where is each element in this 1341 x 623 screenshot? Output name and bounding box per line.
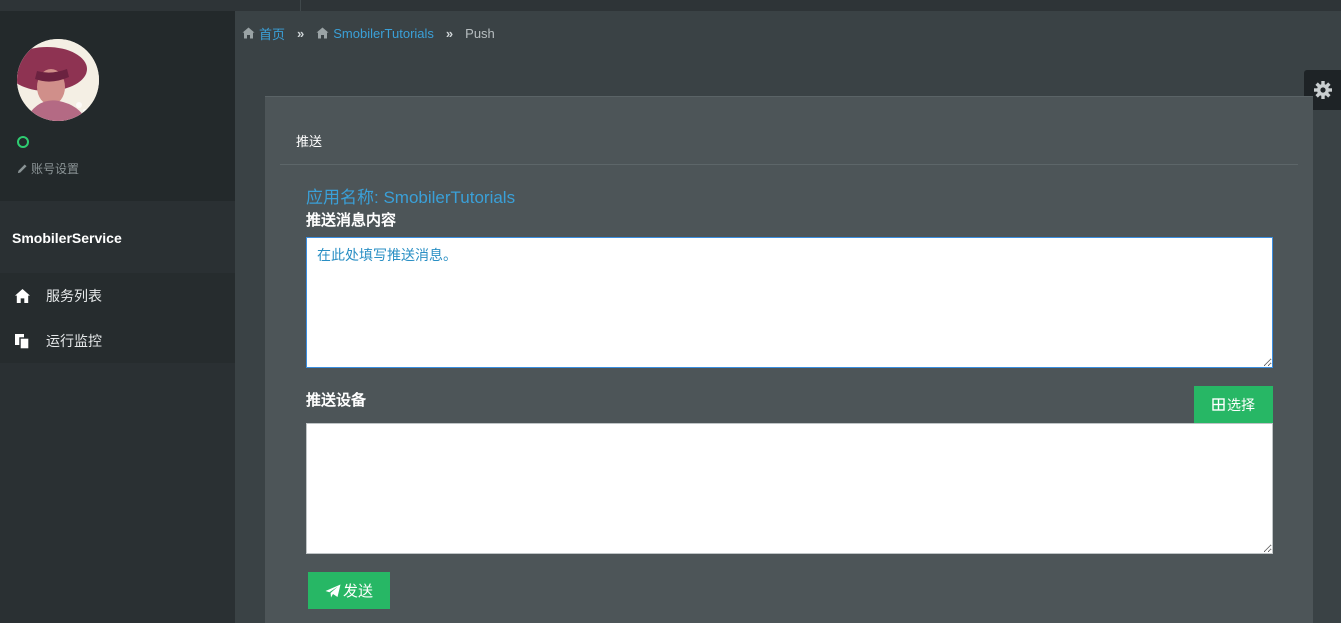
copy-icon: [14, 333, 32, 349]
breadcrumb-current: Push: [465, 25, 495, 41]
top-bar: [0, 0, 1341, 11]
panel-divider: [280, 164, 1298, 165]
send-button[interactable]: 发送: [308, 572, 390, 609]
sidebar-item-label: 运行监控: [46, 332, 102, 349]
breadcrumb-separator: »: [297, 25, 305, 41]
top-bar-divider: [300, 0, 301, 11]
send-button-label: 发送: [342, 583, 373, 600]
sidebar: 账号设置 SmobilerService 服务列表 运行监控: [0, 11, 235, 623]
service-title: SmobilerService: [12, 230, 122, 246]
breadcrumb-app-link[interactable]: SmobilerTutorials: [333, 26, 434, 41]
sidebar-menu: 服务列表 运行监控: [0, 273, 235, 363]
paper-plane-icon: [325, 584, 341, 597]
panel-title: 推送: [296, 134, 323, 149]
profile-section: 账号设置: [0, 11, 235, 201]
push-panel: 推送 应用名称: SmobilerTutorials 推送消息内容 在此处填写推…: [265, 96, 1313, 623]
select-grid-icon: [1212, 398, 1225, 411]
breadcrumb: 首页 » SmobilerTutorials » Push: [242, 24, 495, 42]
account-settings-label: 账号设置: [31, 162, 80, 176]
account-settings-link[interactable]: 账号设置: [17, 160, 79, 177]
sidebar-item-service-list[interactable]: 服务列表: [0, 273, 235, 318]
sidebar-item-monitor[interactable]: 运行监控: [0, 318, 235, 363]
home-icon: [316, 27, 329, 39]
breadcrumb-separator: »: [445, 25, 454, 41]
online-status-icon: [17, 136, 29, 148]
sidebar-item-label: 服务列表: [46, 287, 102, 304]
message-textarea[interactable]: 在此处填写推送消息。: [306, 237, 1273, 368]
home-icon: [242, 27, 255, 39]
breadcrumb-home-link[interactable]: 首页: [259, 24, 285, 43]
avatar[interactable]: [17, 39, 99, 121]
devices-textarea[interactable]: [306, 423, 1273, 554]
avatar-image: [17, 39, 99, 121]
choose-button-label: 选择: [1227, 396, 1255, 413]
home-icon: [14, 288, 32, 304]
choose-devices-button[interactable]: 选择: [1194, 386, 1273, 423]
pencil-icon: [17, 164, 27, 174]
gear-icon: [1313, 81, 1332, 99]
devices-label: 推送设备: [306, 392, 367, 409]
app-name: 应用名称: SmobilerTutorials: [306, 188, 516, 207]
message-label: 推送消息内容: [306, 212, 397, 229]
